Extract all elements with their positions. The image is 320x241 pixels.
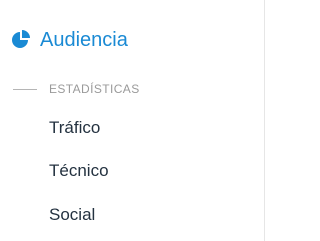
pie-chart-icon: [10, 29, 32, 51]
nav-item-social[interactable]: Social: [49, 204, 95, 226]
section-label: ESTADÍSTICAS: [49, 82, 140, 96]
audiencia-header[interactable]: Audiencia: [10, 27, 128, 53]
panel-divider: [264, 0, 265, 241]
section-header-estadisticas: ESTADÍSTICAS: [13, 80, 140, 98]
nav-item-trafico[interactable]: Tráfico: [49, 117, 100, 139]
nav-item-tecnico[interactable]: Técnico: [49, 160, 109, 182]
section-divider: [13, 88, 37, 90]
page-title: Audiencia: [40, 29, 128, 51]
